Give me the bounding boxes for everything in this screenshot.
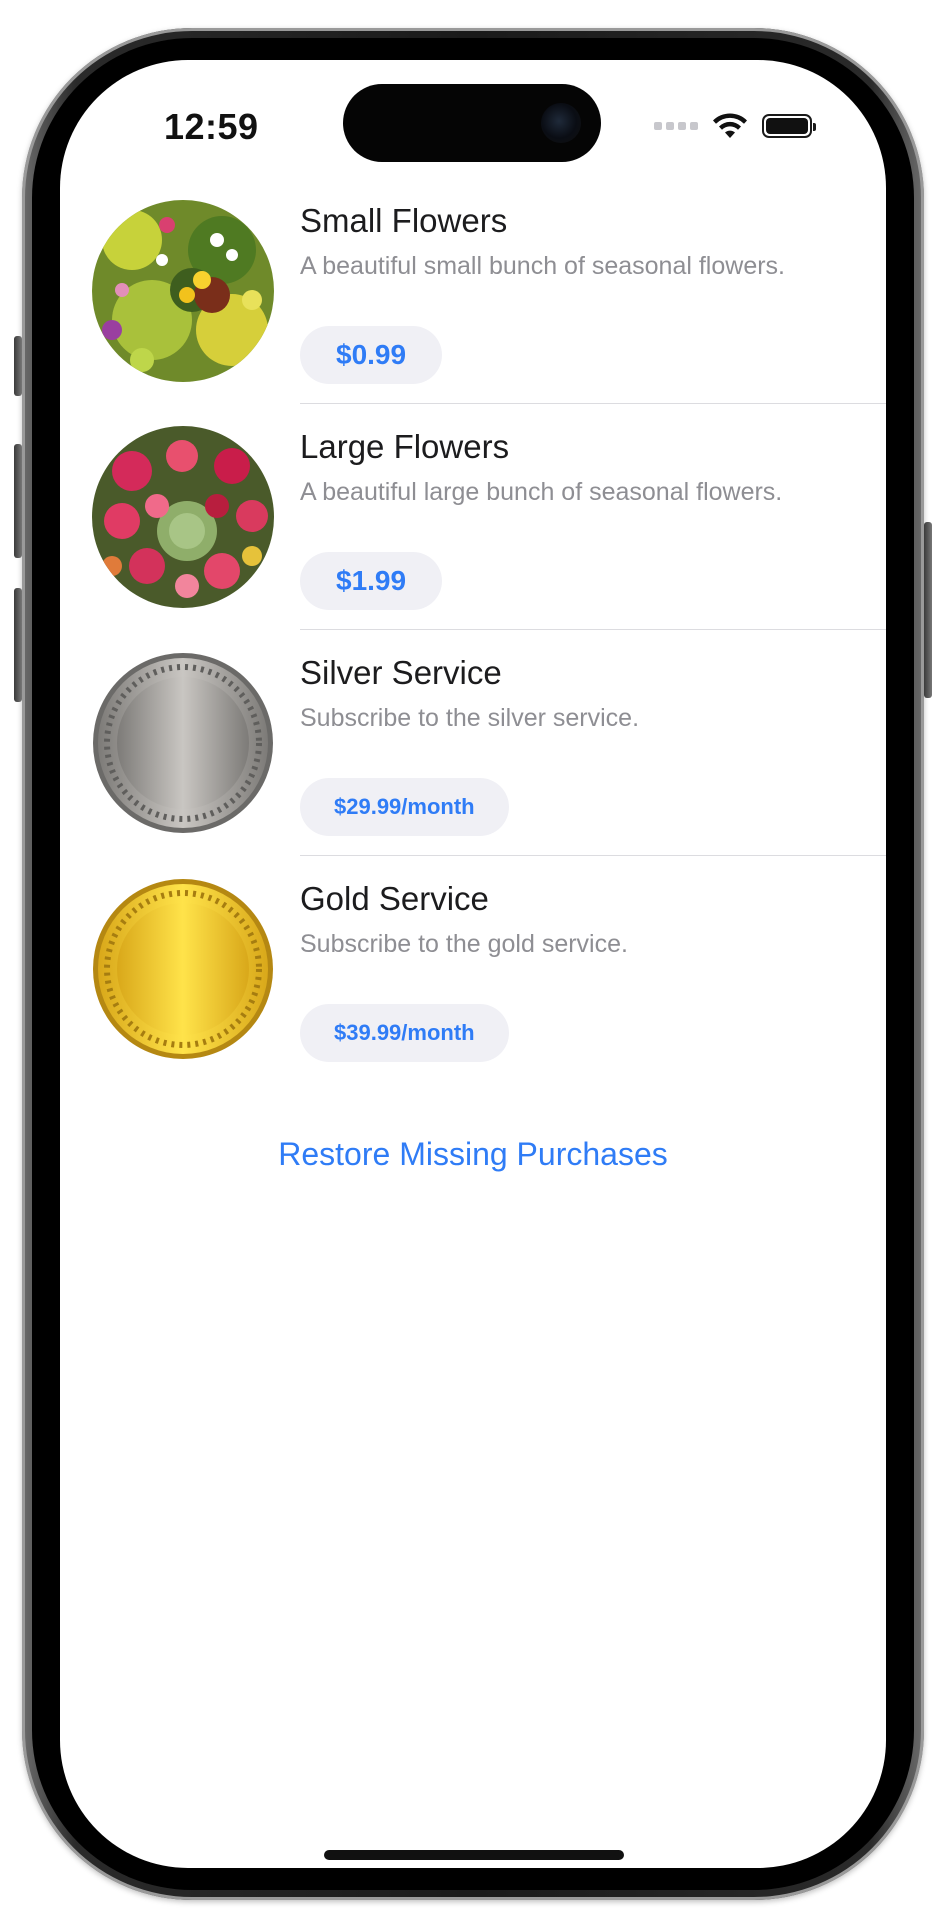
- home-indicator[interactable]: [324, 1850, 624, 1860]
- product-row: Large Flowers A beautiful large bunch of…: [60, 426, 886, 652]
- volume-down-button: [14, 588, 22, 702]
- product-title: Small Flowers: [300, 202, 508, 239]
- buy-small-flowers-button[interactable]: $0.99: [300, 326, 443, 384]
- product-description: Subscribe to the silver service.: [300, 704, 640, 732]
- product-description: A beautiful large bunch of seasonal flow…: [300, 478, 783, 506]
- action-button: [14, 336, 22, 396]
- power-button: [924, 522, 932, 698]
- silver-medal-icon: [92, 652, 274, 834]
- row-divider: [300, 855, 886, 856]
- status-indicators: [654, 112, 816, 140]
- wifi-icon: [713, 113, 747, 138]
- product-title: Gold Service: [300, 880, 489, 917]
- product-title: Silver Service: [300, 654, 502, 691]
- battery-icon: [762, 114, 816, 138]
- cellular-signal-icon: [654, 122, 698, 130]
- product-title: Large Flowers: [300, 428, 510, 465]
- volume-up-button: [14, 444, 22, 558]
- product-row: Small Flowers A beautiful small bunch of…: [60, 200, 886, 426]
- row-divider: [300, 629, 886, 630]
- status-time: 12:59: [164, 106, 259, 147]
- camera-icon: [541, 103, 581, 143]
- product-list: Small Flowers A beautiful small bunch of…: [60, 200, 886, 1104]
- product-description: A beautiful small bunch of seasonal flow…: [300, 252, 785, 280]
- small-flowers-image: [92, 200, 274, 382]
- row-divider: [300, 403, 886, 404]
- product-row: Silver Service Subscribe to the silver s…: [60, 652, 886, 878]
- product-row: Gold Service Subscribe to the gold servi…: [60, 878, 886, 1104]
- large-flowers-image: [92, 426, 274, 608]
- subscribe-silver-button[interactable]: $29.99/month: [300, 778, 509, 836]
- product-description: Subscribe to the gold service.: [300, 930, 628, 958]
- buy-large-flowers-button[interactable]: $1.99: [300, 552, 443, 610]
- dynamic-island: [343, 84, 601, 162]
- gold-medal-icon: [92, 878, 274, 1060]
- subscribe-gold-button[interactable]: $39.99/month: [300, 1004, 509, 1062]
- restore-purchases-button[interactable]: Restore Missing Purchases: [60, 1136, 886, 1173]
- screen: 12:59 Small Flowers A beautiful small bu…: [60, 60, 886, 1868]
